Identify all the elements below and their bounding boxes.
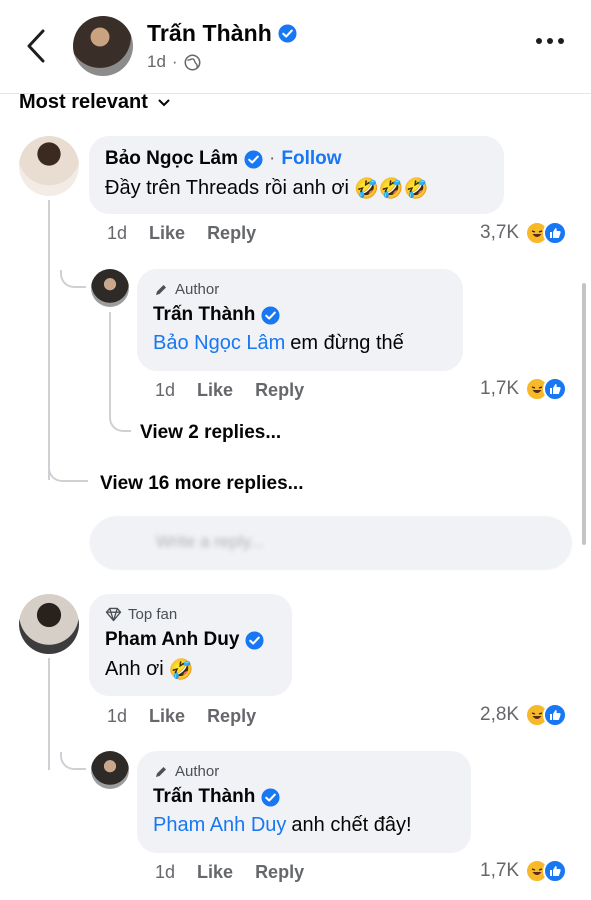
view-more-replies-link[interactable]: View 16 more replies...: [100, 473, 303, 495]
reply-actions: 1d Like Reply: [155, 380, 326, 401]
reply-time: 1d: [155, 380, 176, 400]
reaction-count: 1,7K: [480, 378, 520, 399]
thread-connector: [109, 410, 131, 432]
back-button[interactable]: [18, 26, 54, 66]
view-replies-link[interactable]: View 2 replies...: [140, 422, 281, 444]
comment-author: Bảo Ngọc Lâm · Follow: [105, 148, 342, 170]
top-fan-badge: Top fan: [105, 606, 276, 623]
emoji: 🤣: [168, 659, 194, 681]
like-button[interactable]: Like: [149, 706, 185, 727]
like-reaction-icon: [543, 859, 568, 883]
like-button[interactable]: Like: [149, 223, 185, 244]
reply-author-name[interactable]: Trấn Thành: [153, 304, 255, 326]
comment-author: Pham Anh Duy: [105, 629, 276, 651]
reply-text: Bảo Ngọc Lâm em đừng thế: [153, 332, 447, 355]
reply-button[interactable]: Reply: [207, 223, 256, 244]
badge-label: Top fan: [128, 606, 178, 623]
comment-actions: 1d Like Reply: [107, 706, 278, 727]
avatar[interactable]: [73, 16, 133, 76]
reaction-summary[interactable]: 1,7K: [480, 377, 568, 401]
like-reaction-icon: [543, 377, 568, 401]
reply-author-name[interactable]: Trấn Thành: [153, 786, 255, 808]
author-badge: Author: [153, 763, 455, 780]
reaction-count: 2,8K: [480, 704, 520, 725]
reply-input-placeholder: Write a reply...: [156, 532, 265, 551]
sort-dropdown[interactable]: Most relevant: [19, 91, 170, 114]
reply-body: anh chết đây!: [291, 814, 412, 836]
reply-button[interactable]: Reply: [255, 862, 304, 883]
comment-text: Anh ơi 🤣: [105, 657, 276, 682]
thread-connector: [48, 460, 88, 482]
thread-connector: [60, 752, 86, 770]
dot: [558, 38, 564, 44]
badge-label: Author: [175, 763, 220, 780]
comment-time: 1d: [107, 706, 128, 726]
pen-icon: [156, 284, 166, 295]
like-button[interactable]: Like: [197, 862, 233, 883]
comment-body: Anh ơi: [105, 658, 164, 680]
chevron-left-icon: [27, 29, 45, 63]
like-reaction-icon: [543, 703, 568, 727]
badge-label: Author: [175, 281, 220, 298]
page-title[interactable]: Trấn Thành: [147, 20, 297, 47]
header-author-name: Trấn Thành: [147, 20, 272, 46]
reaction-summary[interactable]: 2,8K: [480, 703, 568, 727]
like-button[interactable]: Like: [197, 380, 233, 401]
diamond-icon: [105, 607, 122, 622]
comment-author-name[interactable]: Bảo Ngọc Lâm: [105, 148, 238, 170]
reaction-count: 3,7K: [480, 222, 520, 243]
mention-link[interactable]: Bảo Ngọc Lâm: [153, 332, 285, 355]
thread-line: [48, 658, 50, 770]
scrollbar[interactable]: [582, 283, 586, 545]
like-reaction-icon: [543, 221, 568, 245]
reaction-summary[interactable]: 1,7K: [480, 859, 568, 883]
emoji: 🤣🤣🤣: [353, 178, 429, 200]
comment-bubble[interactable]: Top fan Pham Anh Duy Anh ơi 🤣: [89, 594, 292, 696]
sort-label: Most relevant: [19, 91, 148, 113]
commenter-avatar[interactable]: [19, 594, 79, 654]
reaction-count: 1,7K: [480, 860, 520, 881]
thread-line: [48, 200, 50, 480]
reply-actions: 1d Like Reply: [155, 862, 326, 883]
pen-icon: [156, 766, 166, 777]
reply-author: Trấn Thành: [153, 786, 455, 808]
comment-bubble[interactable]: Bảo Ngọc Lâm · Follow Đầy trên Threads r…: [89, 136, 504, 214]
post-meta: 1d ·: [147, 52, 201, 72]
reply-text: Pham Anh Duy anh chết đây!: [153, 814, 455, 837]
comment-text: Đầy trên Threads rồi anh ơi 🤣🤣🤣: [105, 176, 488, 201]
verified-badge-icon: [244, 149, 263, 169]
commenter-avatar[interactable]: [19, 136, 79, 196]
verified-badge-icon: [261, 787, 280, 807]
verified-badge-icon: [245, 630, 264, 650]
dot: [536, 38, 542, 44]
verified-badge-icon: [261, 305, 280, 325]
reply-author: Trấn Thành: [153, 304, 447, 326]
reply-button[interactable]: Reply: [207, 706, 256, 727]
reply-avatar[interactable]: [91, 269, 129, 307]
reply-button[interactable]: Reply: [255, 380, 304, 401]
comment-body: Đầy trên Threads rồi anh ơi: [105, 177, 349, 199]
reply-time: 1d: [155, 862, 176, 882]
reply-bubble[interactable]: Author Trấn Thành Pham Anh Duy anh chết …: [137, 751, 471, 853]
dot: [547, 38, 553, 44]
comment-author-name[interactable]: Pham Anh Duy: [105, 629, 239, 651]
chevron-down-icon: [158, 99, 170, 106]
post-time: 1d: [147, 52, 166, 71]
comment-time: 1d: [107, 223, 128, 243]
comment-actions: 1d Like Reply: [107, 223, 278, 244]
reply-body: em đừng thế: [290, 332, 404, 354]
thread-connector: [60, 270, 86, 288]
follow-button[interactable]: Follow: [281, 148, 341, 170]
more-options-button[interactable]: [536, 38, 564, 44]
reaction-summary[interactable]: 3,7K: [480, 221, 568, 245]
reply-avatar[interactable]: [91, 751, 129, 789]
globe-icon: [184, 54, 201, 70]
verified-badge-icon: [278, 24, 297, 43]
reply-bubble[interactable]: Author Trấn Thành Bảo Ngọc Lâm em đừng t…: [137, 269, 463, 371]
mention-link[interactable]: Pham Anh Duy: [153, 814, 286, 837]
thread-line: [109, 312, 111, 412]
author-badge: Author: [153, 281, 447, 298]
